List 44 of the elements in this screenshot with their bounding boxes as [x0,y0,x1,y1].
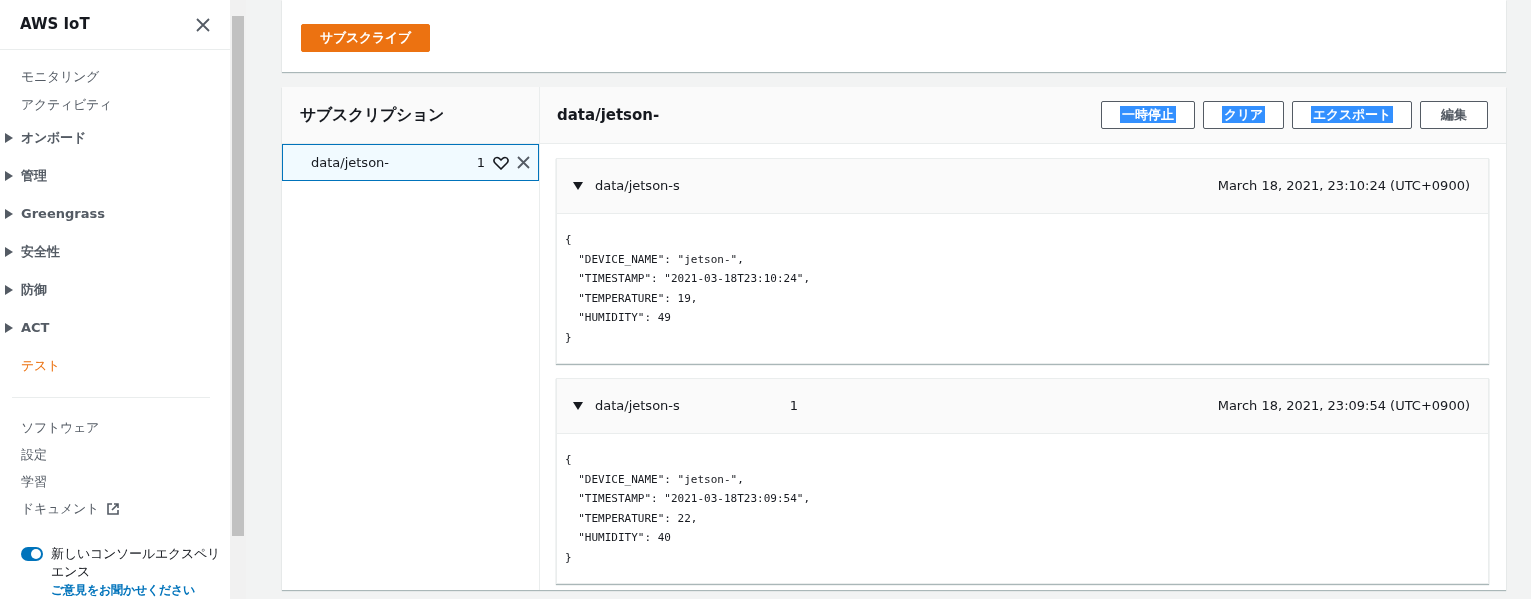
code-line: { [565,452,572,468]
feedback-link[interactable]: ご意見をお聞かせください [51,581,220,599]
external-link-icon [107,502,119,515]
code-line: "TIMESTAMP": "2021-03-18T23:09:54", [577,491,811,507]
code-line: "DEVICE_NAME": "jetson-", [577,251,744,268]
nav-item[interactable]: ACT [0,309,230,347]
message-topic: data/jetson-s [595,397,680,416]
close-icon[interactable] [517,156,530,169]
message-topic: data/jetson-s [595,177,680,196]
code-line: "DEVICE_NAME": "jetson-", [577,471,744,488]
nav-item[interactable]: Greengrass [0,195,230,233]
code-line: "TEMPERATURE": 19, [577,290,698,307]
message-time: March 18, 2021, 23:10:24 (UTC+0900) [1217,177,1470,196]
message-time: March 18, 2021, 23:09:54 (UTC+0900) [1217,397,1470,416]
topic-suffix: 1 [476,153,485,172]
nav-item[interactable]: モニタリング [0,63,230,91]
nav-item[interactable]: アクティビティ [0,91,230,119]
message-topic-suffix: 1 [789,397,799,416]
nav-item[interactable]: ソフトウェア [0,414,230,441]
code-line: "HUMIDITY": 40 [577,530,671,546]
panel-title: サブスクリプション [300,104,444,126]
nav-item[interactable]: 学習 [0,468,230,495]
nav-item[interactable]: ドキュメント [0,495,230,522]
code-line: "TEMPERATURE": 22, [577,510,698,527]
topic-title: data/jetson- [557,104,660,126]
heart-icon[interactable] [493,155,509,170]
code-line: "HUMIDITY": 49 [577,310,671,326]
nav-item[interactable]: 管理 [0,157,230,195]
code-line: { [565,232,572,248]
nav-item[interactable]: 設定 [0,441,230,468]
topic-text: data/jetson- [311,153,390,172]
toggle-switch[interactable] [21,547,43,561]
code-line: "TIMESTAMP": "2021-03-18T23:10:24", [577,271,811,287]
subscription-item[interactable]: data/jetson- 1 [282,144,539,181]
caret-icon[interactable] [573,182,583,190]
code-line: } [565,549,572,566]
code-line: } [565,329,572,346]
nav-item[interactable]: 安全性 [0,233,230,271]
nav-item[interactable]: オンボード [0,119,230,157]
toolbar-button[interactable]: 編集 [1420,101,1488,129]
caret-icon[interactable] [573,402,583,410]
nav-item[interactable]: 防御 [0,271,230,309]
toggle-label: 新しいコンソールエクスペリエンス [51,545,220,581]
sidebar-title: AWS IoT [20,14,90,36]
